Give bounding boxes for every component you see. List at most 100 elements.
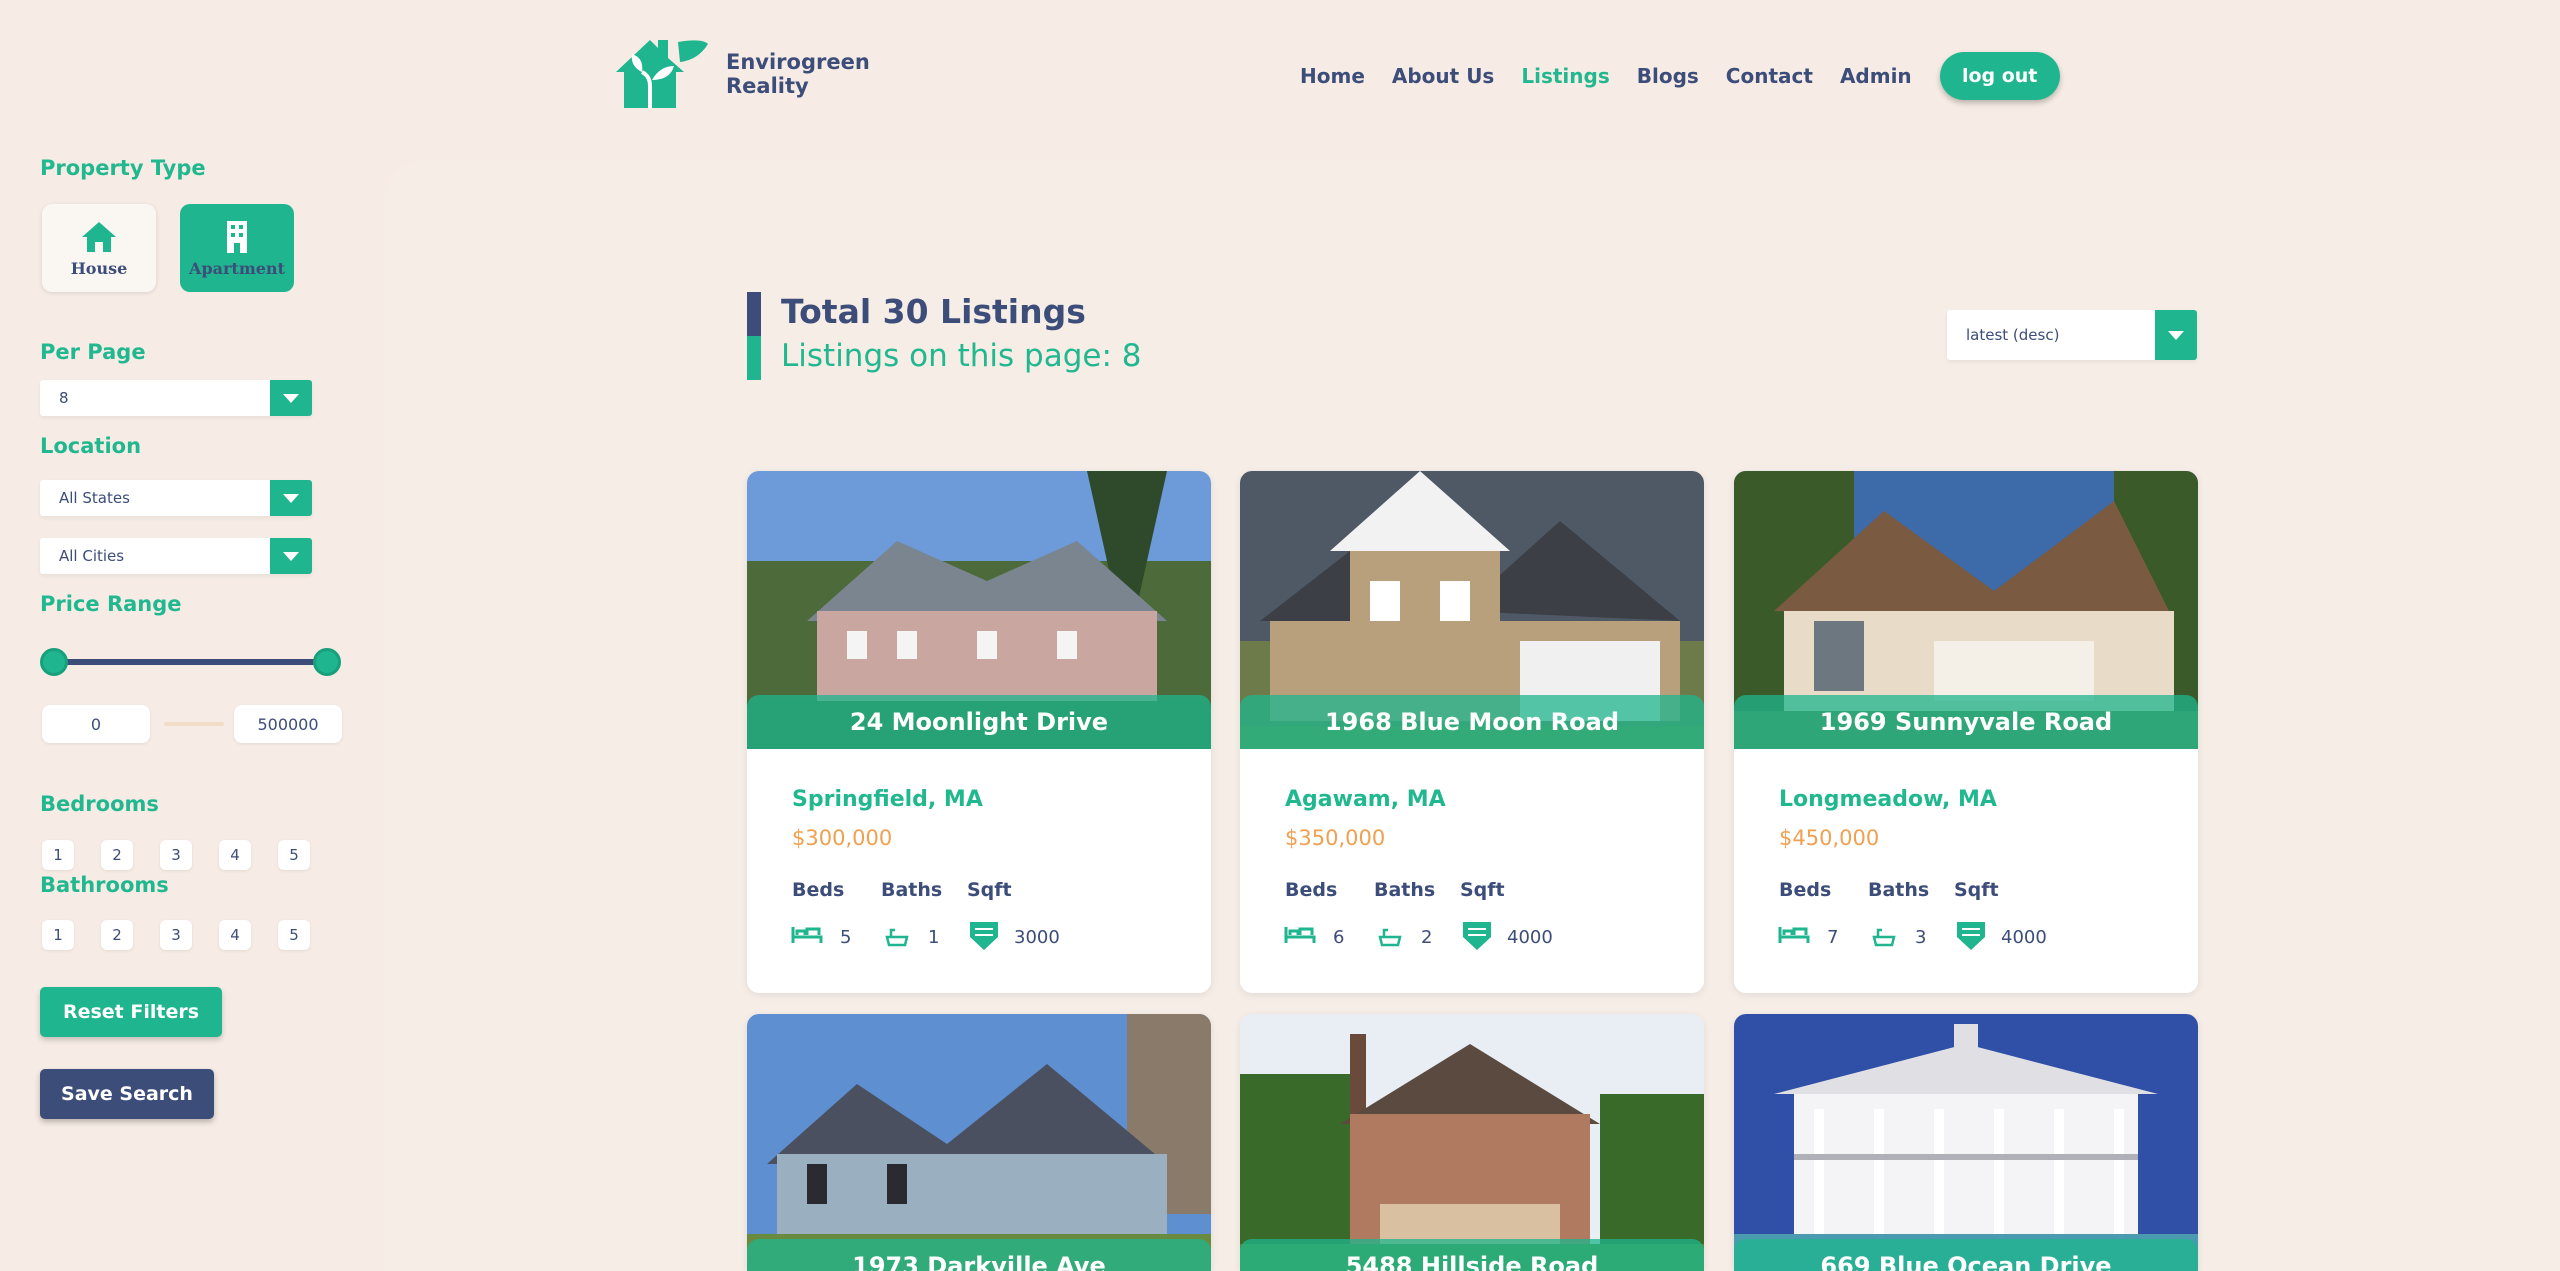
listing-details: Longmeadow, MA $450,000 Beds Baths Sqft … bbox=[1734, 749, 2198, 993]
sort-select[interactable]: latest (desc) bbox=[1947, 310, 2197, 360]
bed-icon bbox=[1778, 927, 1810, 943]
property-type-house-label: House bbox=[70, 258, 128, 278]
save-search-button[interactable]: Save Search bbox=[40, 1069, 214, 1119]
property-type-title: Property Type bbox=[40, 156, 206, 180]
nav-home[interactable]: Home bbox=[1300, 64, 1365, 88]
nav-about[interactable]: About Us bbox=[1392, 64, 1494, 88]
summary-accent-bar bbox=[747, 336, 761, 380]
listing-photo[interactable]: 1969 Sunnyvale Road bbox=[1734, 471, 2198, 749]
listing-photo[interactable]: 669 Blue Ocean Drive bbox=[1734, 1014, 2198, 1271]
total-listings: Total 30 Listings bbox=[781, 292, 1086, 331]
baths-label: Baths bbox=[881, 879, 943, 901]
bathrooms-title: Bathrooms bbox=[40, 873, 169, 897]
listing-details: Springfield, MA $300,000 Beds Baths Sqft… bbox=[747, 749, 1211, 993]
listing-photo[interactable]: 1973 Darkville Ave bbox=[747, 1014, 1211, 1271]
property-type-apartment[interactable]: Apartment bbox=[180, 204, 294, 292]
listing-price: $450,000 bbox=[1779, 826, 1880, 850]
bathrooms-option[interactable]: 2 bbox=[101, 920, 133, 950]
brand-logo[interactable]: Envirogreen Reality bbox=[612, 36, 870, 112]
house-leaf-logo-icon bbox=[616, 40, 708, 108]
listing-card[interactable]: 1969 Sunnyvale Road Longmeadow, MA $450,… bbox=[1734, 471, 2198, 993]
bedrooms-option[interactable]: 2 bbox=[101, 840, 133, 870]
listings-on-page: Listings on this page: 8 bbox=[781, 338, 1142, 374]
beds-value: 5 bbox=[840, 927, 852, 948]
chevron-down-icon[interactable] bbox=[270, 380, 312, 416]
bedrooms-option[interactable]: 4 bbox=[219, 840, 251, 870]
listing-photo[interactable]: 1968 Blue Moon Road bbox=[1240, 471, 1704, 749]
sqft-value: 3000 bbox=[1014, 927, 1060, 948]
per-page-title: Per Page bbox=[40, 340, 146, 364]
per-page-select[interactable]: 8 bbox=[40, 380, 312, 416]
brand-name: Envirogreen Reality bbox=[726, 50, 870, 98]
baths-label: Baths bbox=[1374, 879, 1436, 901]
bathrooms-option[interactable]: 1 bbox=[42, 920, 74, 950]
chevron-down-icon[interactable] bbox=[270, 480, 312, 516]
listing-card[interactable]: 5488 Hillside Road bbox=[1240, 1014, 1704, 1271]
beds-label: Beds bbox=[1285, 879, 1338, 901]
city-select[interactable]: All Cities bbox=[40, 538, 312, 574]
bathrooms-option[interactable]: 5 bbox=[278, 920, 310, 950]
brand-line1: Envirogreen bbox=[726, 50, 870, 74]
baths-label: Baths bbox=[1868, 879, 1930, 901]
bathrooms-option[interactable]: 4 bbox=[219, 920, 251, 950]
baths-value: 3 bbox=[1915, 927, 1927, 948]
beds-label: Beds bbox=[792, 879, 845, 901]
listing-address: 669 Blue Ocean Drive bbox=[1734, 1239, 2198, 1271]
nav-blogs[interactable]: Blogs bbox=[1637, 64, 1699, 88]
chevron-down-icon[interactable] bbox=[270, 538, 312, 574]
beds-label: Beds bbox=[1779, 879, 1832, 901]
bedrooms-option[interactable]: 3 bbox=[160, 840, 192, 870]
listing-address: 1973 Darkville Ave bbox=[747, 1239, 1211, 1271]
price-range-track[interactable] bbox=[54, 659, 328, 665]
listing-city: Agawam, MA bbox=[1285, 787, 1446, 812]
floor-area-icon bbox=[970, 922, 998, 950]
property-type-apartment-label: Apartment bbox=[189, 258, 285, 278]
building-icon bbox=[227, 220, 247, 253]
listing-address: 5488 Hillside Road bbox=[1240, 1239, 1704, 1271]
house-photo-image bbox=[1240, 1014, 1704, 1271]
price-max-input[interactable]: 500000 bbox=[234, 705, 342, 743]
sqft-value: 4000 bbox=[2001, 927, 2047, 948]
price-max-handle[interactable] bbox=[313, 648, 341, 676]
bed-icon bbox=[1284, 927, 1316, 943]
nav-admin[interactable]: Admin bbox=[1840, 64, 1912, 88]
listing-address: 24 Moonlight Drive bbox=[747, 695, 1211, 749]
listing-price: $300,000 bbox=[792, 826, 893, 850]
state-value: All States bbox=[59, 489, 130, 507]
price-range-divider bbox=[164, 722, 224, 726]
bedrooms-option[interactable]: 1 bbox=[42, 840, 74, 870]
sqft-label: Sqft bbox=[1460, 879, 1505, 901]
floor-area-icon bbox=[1957, 922, 1985, 950]
listing-photo[interactable]: 24 Moonlight Drive bbox=[747, 471, 1211, 749]
price-min-input[interactable]: 0 bbox=[42, 705, 150, 743]
bathrooms-option[interactable]: 3 bbox=[160, 920, 192, 950]
listing-address: 1969 Sunnyvale Road bbox=[1734, 695, 2198, 749]
nav-contact[interactable]: Contact bbox=[1726, 64, 1813, 88]
logout-button[interactable]: log out bbox=[1939, 52, 2060, 100]
state-select[interactable]: All States bbox=[40, 480, 312, 516]
baths-value: 1 bbox=[928, 927, 940, 948]
property-type-house[interactable]: House bbox=[42, 204, 156, 292]
bedrooms-option[interactable]: 5 bbox=[278, 840, 310, 870]
price-min-handle[interactable] bbox=[40, 648, 68, 676]
nav-listings[interactable]: Listings bbox=[1521, 64, 1609, 88]
sqft-value: 4000 bbox=[1507, 927, 1553, 948]
main-nav: Home About Us Listings Blogs Contact Adm… bbox=[1300, 52, 2060, 100]
reset-filters-button[interactable]: Reset Filters bbox=[40, 987, 222, 1037]
baths-value: 2 bbox=[1421, 927, 1433, 948]
city-value: All Cities bbox=[59, 547, 125, 565]
listing-card[interactable]: 669 Blue Ocean Drive bbox=[1734, 1014, 2198, 1271]
per-page-value: 8 bbox=[59, 389, 69, 407]
listing-photo[interactable]: 5488 Hillside Road bbox=[1240, 1014, 1704, 1271]
bedrooms-title: Bedrooms bbox=[40, 792, 159, 816]
beds-value: 6 bbox=[1333, 927, 1345, 948]
listing-city: Springfield, MA bbox=[792, 787, 983, 812]
listing-card[interactable]: 1968 Blue Moon Road Agawam, MA $350,000 … bbox=[1240, 471, 1704, 993]
house-photo-image bbox=[1734, 1014, 2198, 1271]
chevron-down-icon[interactable] bbox=[2155, 310, 2197, 360]
listing-card[interactable]: 1973 Darkville Ave bbox=[747, 1014, 1211, 1271]
location-title: Location bbox=[40, 434, 142, 458]
listing-card[interactable]: 24 Moonlight Drive Springfield, MA $300,… bbox=[747, 471, 1211, 993]
price-range-title: Price Range bbox=[40, 592, 182, 616]
listing-details: Agawam, MA $350,000 Beds Baths Sqft 6 2 … bbox=[1240, 749, 1704, 993]
